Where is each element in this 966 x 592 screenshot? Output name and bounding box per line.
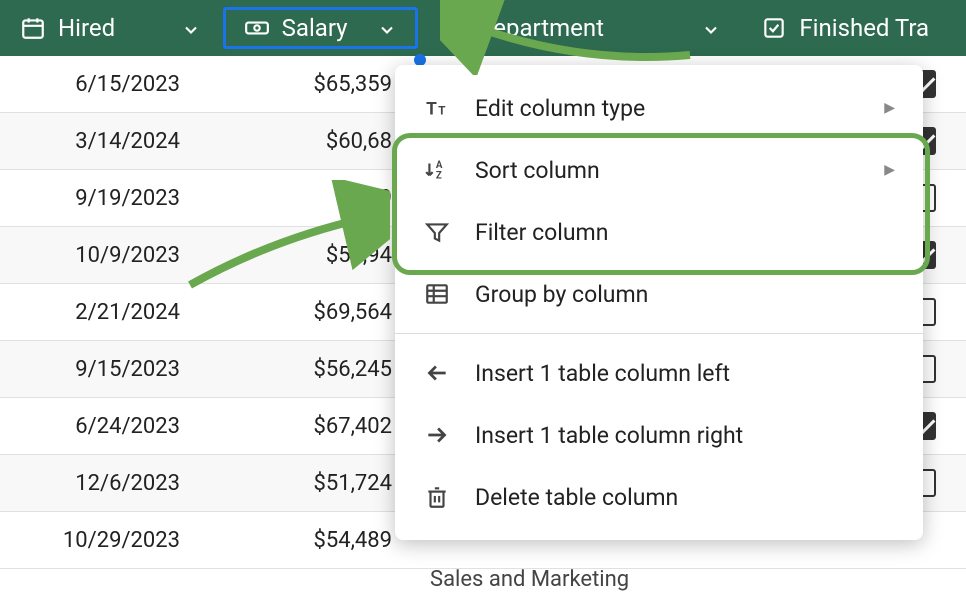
cell-hired[interactable]: 9/15/2023 [0,357,220,382]
menu-label: Sort column [475,157,860,184]
svg-text:A: A [436,160,443,171]
cell-hired[interactable]: 12/6/2023 [0,471,220,496]
arrow-left-icon [423,359,451,387]
menu-group-by-column[interactable]: Group by column [395,263,923,325]
menu-label: Insert 1 table column left [475,360,895,387]
group-icon [423,280,451,308]
trash-icon [423,483,451,511]
cell-salary[interactable]: $65,359 [220,72,400,97]
menu-filter-column[interactable]: Filter column [395,201,923,263]
cell-hired[interactable]: 9/19/2023 [0,186,220,211]
sort-icon: AZ [423,156,451,184]
menu-label: Group by column [475,281,895,308]
menu-label: Filter column [475,219,895,246]
menu-delete-column[interactable]: Delete table column [395,466,923,528]
chevron-down-icon[interactable] [701,18,721,38]
chevron-down-icon[interactable] [181,18,201,38]
arrow-right-icon [423,421,451,449]
menu-divider [395,333,923,334]
cell-hired[interactable]: 3/14/2024 [0,129,220,154]
column-context-menu: TT Edit column type ▶ AZ Sort column ▶ F… [395,65,923,540]
cell-hired[interactable]: 10/9/2023 [0,243,220,268]
cell-salary[interactable]: $69,564 [220,300,400,325]
cell-salary[interactable]: $56,245 [220,357,400,382]
column-label: Hired [58,14,169,42]
cell-hired[interactable]: 10/29/2023 [0,528,220,553]
currency-icon [244,15,270,41]
cell-salary[interactable]: $58,94 [220,243,400,268]
submenu-arrow-icon: ▶ [884,162,895,178]
cell-hired[interactable]: 6/15/2023 [0,72,220,97]
menu-label: Edit column type [475,95,860,122]
column-headers: Hired Salary Department Finished Tra [0,0,966,56]
dropdown-pill-icon [440,15,466,41]
calendar-icon [20,15,46,41]
submenu-arrow-icon: ▶ [884,100,895,116]
cell-hired[interactable]: 6/24/2023 [0,414,220,439]
menu-label: Insert 1 table column right [475,422,895,449]
cell-salary[interactable]: $60,68 [220,129,400,154]
cell-salary[interactable]: $59 [220,186,400,211]
text-type-icon: TT [423,94,451,122]
cell-salary[interactable]: $51,724 [220,471,400,496]
svg-text:T: T [438,104,446,118]
cell-hired[interactable]: 2/21/2024 [0,300,220,325]
column-label: Department [478,14,690,42]
column-label: Finished Tra [799,14,946,42]
checkbox-icon [761,15,787,41]
svg-text:T: T [426,100,437,120]
menu-label: Delete table column [475,484,895,511]
column-label: Salary [282,14,365,42]
menu-insert-column-left[interactable]: Insert 1 table column left [395,342,923,404]
menu-edit-column-type[interactable]: TT Edit column type ▶ [395,77,923,139]
chevron-down-icon[interactable] [377,18,397,38]
partial-cell-text: Sales and Marketing [430,567,629,592]
menu-insert-column-right[interactable]: Insert 1 table column right [395,404,923,466]
column-header-finished[interactable]: Finished Tra [743,7,964,49]
svg-text:Z: Z [436,171,442,182]
filter-icon [423,218,451,246]
cell-salary[interactable]: $67,402 [220,414,400,439]
column-header-hired[interactable]: Hired [2,7,219,49]
column-header-department[interactable]: Department [422,7,740,49]
menu-sort-column[interactable]: AZ Sort column ▶ [395,139,923,201]
cell-salary[interactable]: $54,489 [220,528,400,553]
column-header-salary[interactable]: Salary [223,7,418,49]
